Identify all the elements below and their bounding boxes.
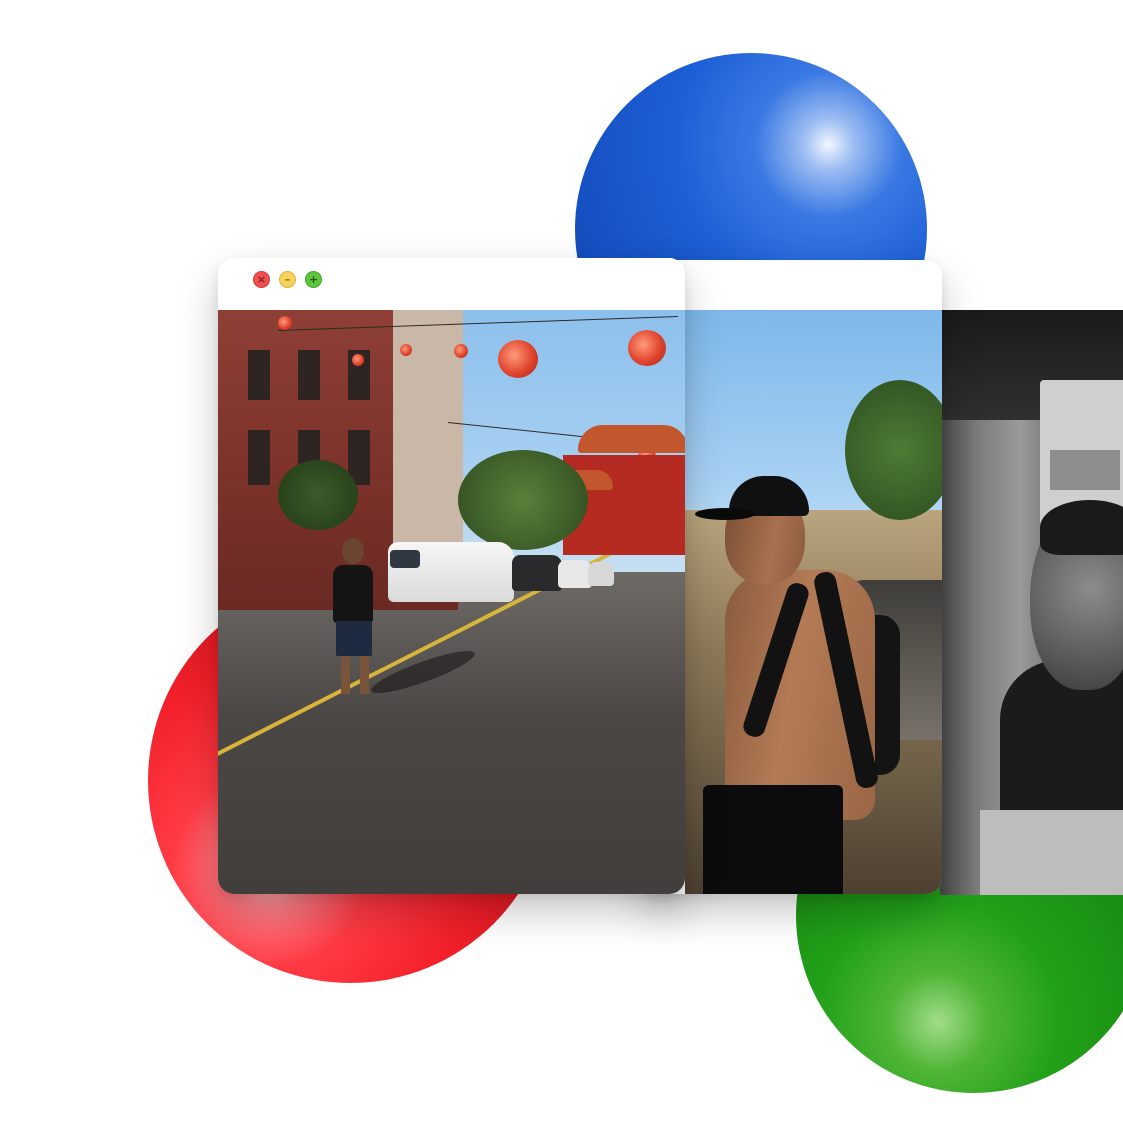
street-tree bbox=[458, 450, 588, 550]
portrait-laptop bbox=[980, 810, 1123, 895]
lantern bbox=[400, 344, 412, 356]
hike-window-titlebar bbox=[640, 260, 942, 312]
parked-car bbox=[512, 555, 562, 591]
lantern bbox=[628, 330, 666, 366]
hike-shorts bbox=[703, 785, 843, 894]
portrait-hair bbox=[1040, 500, 1123, 555]
portrait-photo[interactable] bbox=[940, 310, 1123, 895]
person-shorts bbox=[336, 621, 372, 656]
minimize-icon[interactable]: – bbox=[279, 271, 296, 288]
maximize-icon[interactable]: + bbox=[305, 271, 322, 288]
street-tree bbox=[278, 460, 358, 530]
hike-photo-window[interactable] bbox=[640, 260, 942, 894]
lantern bbox=[498, 340, 538, 378]
person-leg bbox=[341, 656, 350, 694]
street-photo-window[interactable]: × – + bbox=[218, 258, 685, 894]
lantern bbox=[454, 344, 468, 358]
parked-car bbox=[588, 562, 614, 586]
chinatown-gate-roof bbox=[578, 425, 685, 453]
hike-cap-visor bbox=[695, 508, 755, 520]
close-icon[interactable]: × bbox=[253, 271, 270, 288]
van-window bbox=[390, 550, 420, 568]
building-window bbox=[248, 350, 270, 400]
building-window bbox=[248, 430, 270, 485]
person-head bbox=[342, 538, 364, 564]
lantern bbox=[278, 316, 292, 330]
canvas: × – + bbox=[0, 0, 1123, 1143]
person-shirt bbox=[333, 565, 373, 623]
person-leg bbox=[360, 656, 369, 694]
street-photo[interactable] bbox=[218, 310, 685, 894]
street-window-titlebar: × – + bbox=[218, 258, 685, 310]
street-road bbox=[218, 572, 685, 894]
parked-car bbox=[558, 560, 592, 588]
hike-photo[interactable] bbox=[685, 310, 942, 894]
portrait-shelf-item bbox=[1050, 450, 1120, 490]
building-window bbox=[298, 350, 320, 400]
lantern bbox=[352, 354, 364, 366]
